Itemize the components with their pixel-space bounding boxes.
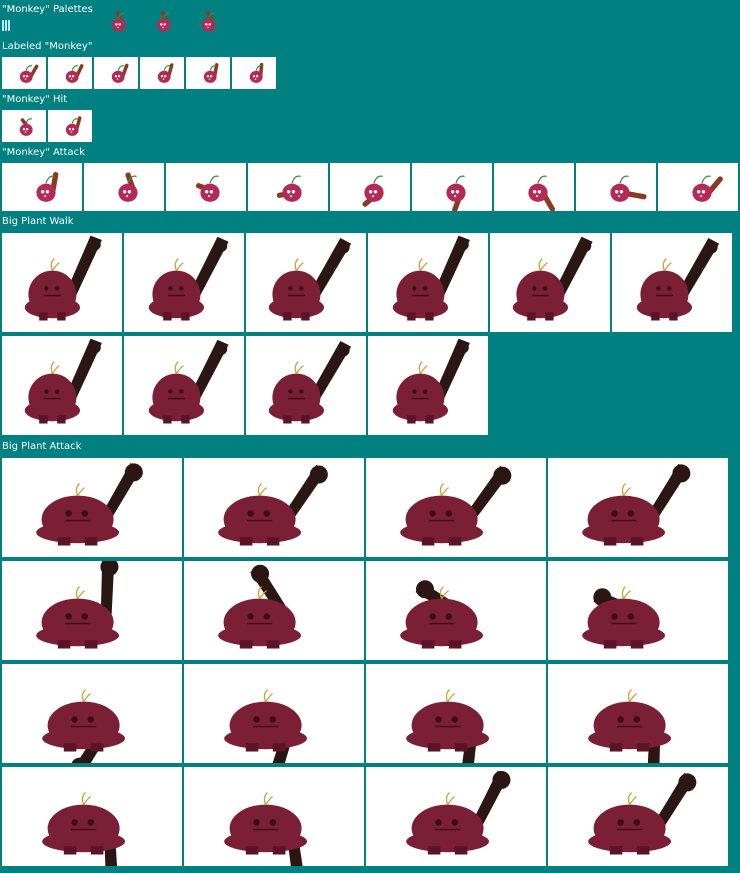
big-plant-attack-frame <box>366 561 546 660</box>
monkey-attack-frame <box>248 163 328 211</box>
big-plant-attack-frame <box>548 664 728 763</box>
monkey-hit-frame <box>48 110 92 142</box>
monkey-attack-frame <box>84 163 164 211</box>
big-plant-walk-frame <box>124 233 244 332</box>
big-plant-walk-frame <box>368 233 488 332</box>
big-plant-attack-frame <box>366 767 546 866</box>
big-plant-attack-frame <box>548 561 728 660</box>
big-plant-attack-frame <box>2 561 182 660</box>
palette-sprite <box>190 4 224 38</box>
big-plant-attack-frame <box>184 458 364 557</box>
section-label-big-attack: Big Plant Attack <box>2 441 82 452</box>
big-plant-walk-frame <box>246 233 366 332</box>
big-plant-attack-frame <box>2 458 182 557</box>
monkey-attack-frame <box>576 163 656 211</box>
section-label-hit: "Monkey" Hit <box>2 94 68 105</box>
big-plant-attack-frame <box>2 664 182 763</box>
monkey-attack-frame <box>166 163 246 211</box>
big-plant-walk-frame <box>612 233 732 332</box>
monkey-attack-frame <box>330 163 410 211</box>
labeled-monkey-frame <box>232 57 276 89</box>
big-plant-attack-frame <box>2 767 182 866</box>
big-plant-attack-frame <box>184 664 364 763</box>
monkey-hit-frame <box>2 110 46 142</box>
big-plant-walk-frame <box>124 336 244 435</box>
section-label-attack: "Monkey" Attack <box>2 147 85 158</box>
section-label-walk: Big Plant Walk <box>2 216 74 227</box>
labeled-monkey-frame <box>2 57 46 89</box>
palette-swatch <box>2 20 11 31</box>
big-plant-attack-frame <box>548 767 728 866</box>
big-plant-walk-frame <box>246 336 366 435</box>
big-plant-attack-frame <box>548 458 728 557</box>
monkey-attack-frame <box>2 163 82 211</box>
big-plant-attack-frame <box>366 458 546 557</box>
big-plant-attack-frame <box>184 561 364 660</box>
labeled-monkey-frame <box>186 57 230 89</box>
palette-sprite <box>145 4 179 38</box>
palette-sprite <box>100 4 134 38</box>
section-label-labeled: Labeled "Monkey" <box>2 41 93 52</box>
labeled-monkey-frame <box>140 57 184 89</box>
big-plant-walk-frame <box>368 336 488 435</box>
section-label-palettes: "Monkey" Palettes <box>2 4 93 15</box>
labeled-monkey-frame <box>94 57 138 89</box>
labeled-monkey-frame <box>48 57 92 89</box>
monkey-attack-frame <box>658 163 738 211</box>
big-plant-attack-frame <box>184 767 364 866</box>
monkey-attack-frame <box>494 163 574 211</box>
big-plant-attack-frame <box>366 664 546 763</box>
big-plant-walk-frame <box>2 336 122 435</box>
big-plant-walk-frame <box>490 233 610 332</box>
big-plant-walk-frame <box>2 233 122 332</box>
monkey-attack-frame <box>412 163 492 211</box>
